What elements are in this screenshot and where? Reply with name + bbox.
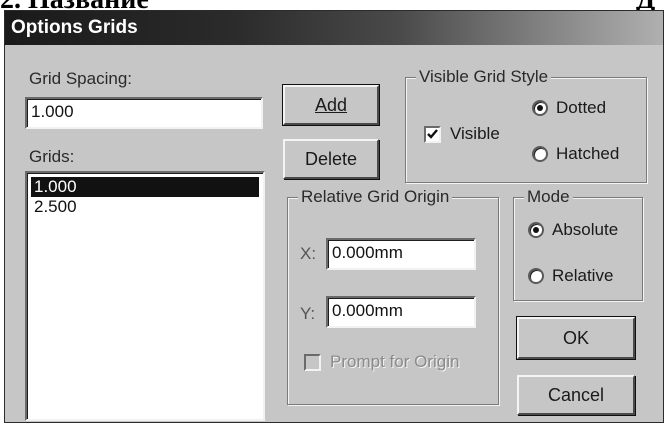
- mode-caption: Mode: [524, 187, 573, 207]
- grid-spacing-value: 1.000: [31, 102, 74, 121]
- grids-list[interactable]: 1.000 2.500: [25, 171, 265, 421]
- mode-group: Mode Absolute Relative: [513, 187, 643, 301]
- y-label: Y:: [300, 304, 316, 323]
- options-grids-dialog: Options Grids Grid Spacing: 1.000 Grids:…: [4, 10, 664, 423]
- y-origin-input[interactable]: 0.000mm: [326, 296, 476, 328]
- hatched-radio-label: Hatched: [556, 144, 620, 163]
- list-item-label: 1.000: [34, 177, 77, 196]
- checkmark-icon: [427, 129, 438, 139]
- dotted-radio[interactable]: [532, 100, 548, 116]
- visible-checkbox-label: Visible: [450, 124, 500, 143]
- radio-selected-dot: [537, 105, 543, 111]
- add-button-label: Add: [314, 94, 348, 115]
- delete-button[interactable]: Delete: [283, 139, 379, 179]
- visible-grid-style-caption: Visible Grid Style: [416, 67, 552, 87]
- x-label: X:: [300, 244, 317, 263]
- absolute-radio-label: Absolute: [552, 220, 619, 239]
- ok-button-label: OK: [562, 327, 589, 348]
- relative-radio-label: Relative: [552, 266, 614, 285]
- title-bar: Options Grids: [5, 11, 663, 45]
- cancel-button[interactable]: Cancel: [517, 375, 635, 415]
- absolute-radio[interactable]: [528, 222, 544, 238]
- add-button[interactable]: Add: [282, 84, 380, 126]
- dotted-radio-label: Dotted: [556, 98, 607, 117]
- relative-grid-origin-group: Relative Grid Origin X: 0.000mm Y: 0.000…: [287, 187, 499, 405]
- radio-selected-dot: [533, 227, 539, 233]
- grids-label: Grids:: [29, 147, 75, 166]
- y-origin-value: 0.000mm: [332, 301, 403, 320]
- list-item[interactable]: 1.000: [31, 177, 259, 197]
- grid-spacing-input[interactable]: 1.000: [25, 97, 263, 129]
- visible-grid-style-group: Visible Grid Style Visible Dotted Hatche…: [405, 67, 647, 183]
- grid-spacing-label: Grid Spacing:: [29, 69, 132, 88]
- x-origin-value: 0.000mm: [332, 243, 403, 262]
- prompt-for-origin-checkbox[interactable]: [304, 354, 321, 371]
- relative-grid-origin-caption: Relative Grid Origin: [298, 187, 453, 207]
- list-item[interactable]: 2.500: [31, 197, 259, 217]
- cancel-button-label: Cancel: [547, 384, 605, 405]
- x-origin-input[interactable]: 0.000mm: [326, 238, 476, 270]
- window-title: Options Grids: [11, 17, 138, 38]
- list-item-label: 2.500: [34, 197, 77, 216]
- visible-checkbox[interactable]: [424, 126, 441, 143]
- prompt-for-origin-label: Prompt for Origin: [330, 352, 460, 371]
- ok-button[interactable]: OK: [516, 316, 636, 360]
- relative-radio[interactable]: [528, 268, 544, 284]
- delete-button-label: Delete: [304, 148, 358, 169]
- hatched-radio[interactable]: [532, 146, 548, 162]
